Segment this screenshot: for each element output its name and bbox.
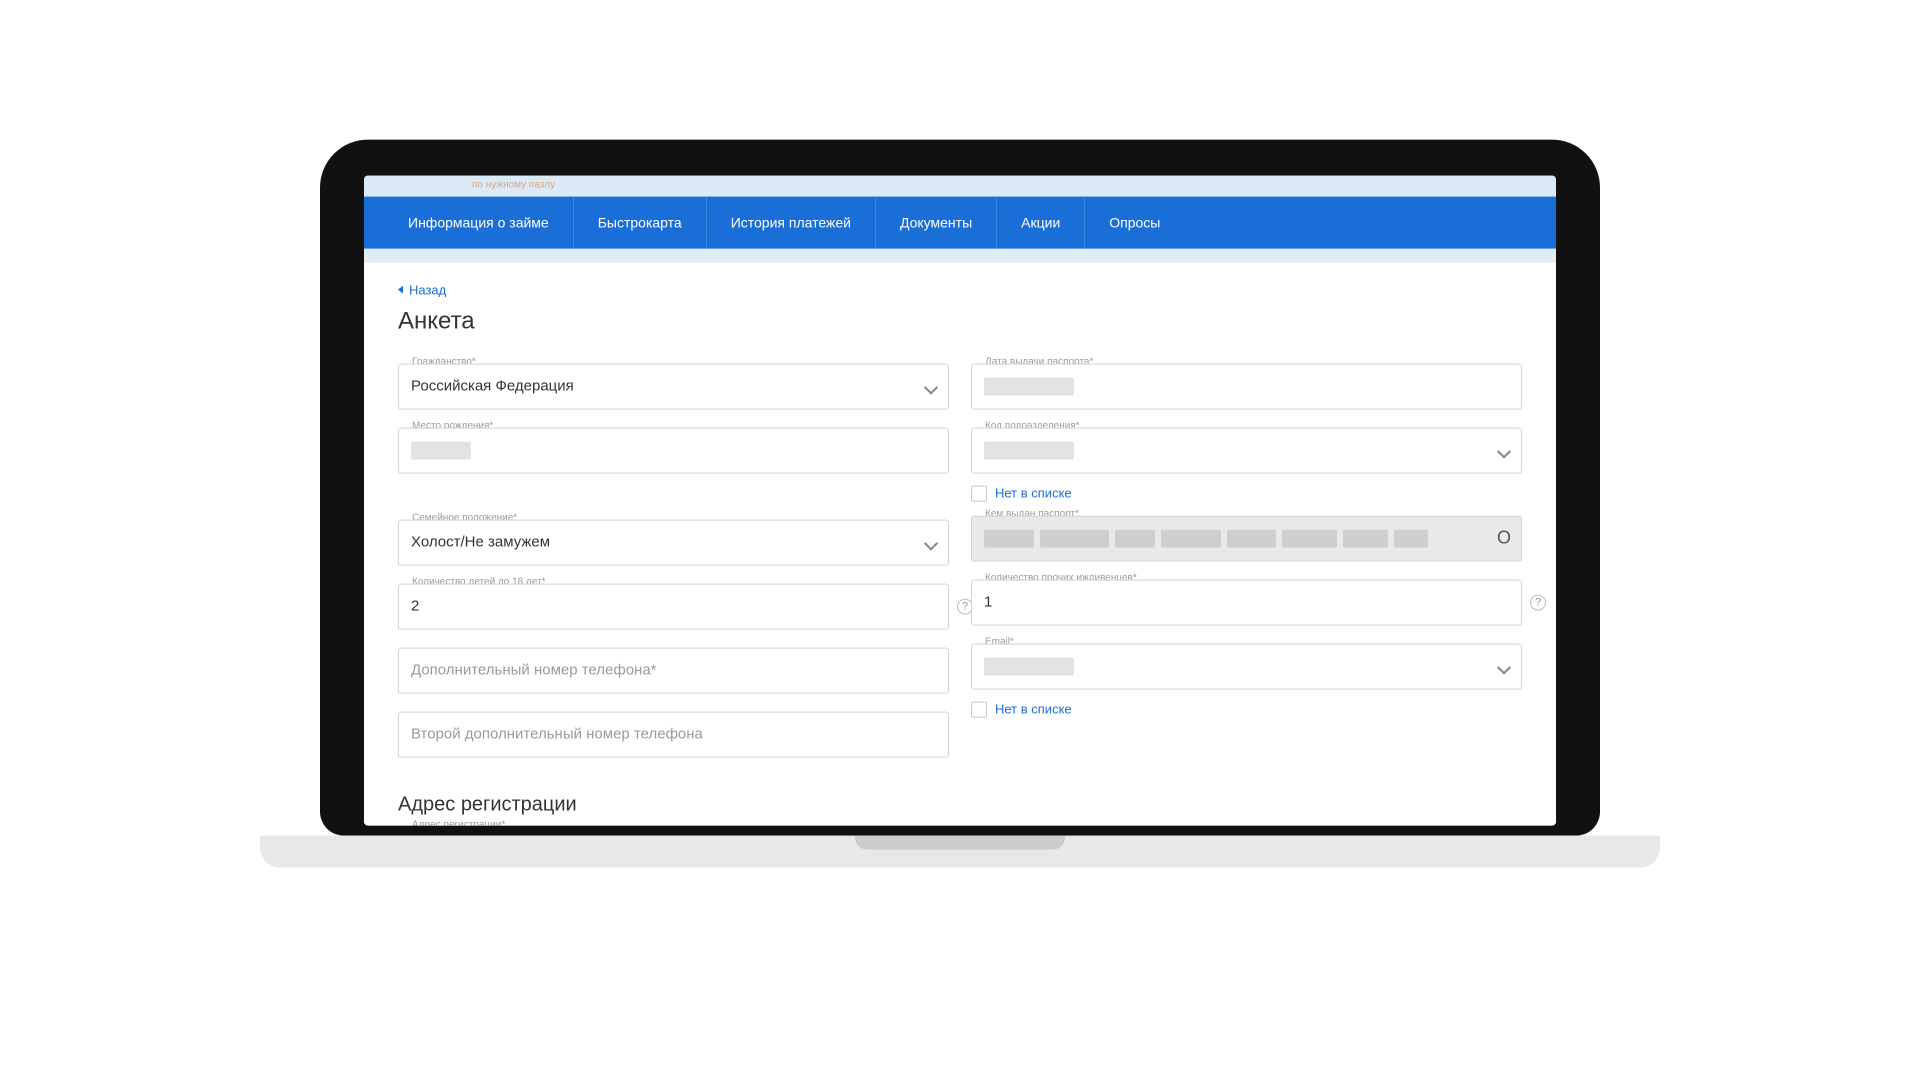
redacted-value [1161, 529, 1221, 547]
issued-by-suffix: О [1497, 528, 1511, 549]
reg-address-label: Адрес регистрации* [408, 819, 509, 826]
redacted-value [1227, 529, 1277, 547]
redacted-value [1115, 529, 1155, 547]
redacted-value [984, 441, 1074, 459]
dept-code-field: Код подразделения* [971, 427, 1522, 473]
laptop-body: по нужному пазлу Информация о займе Быст… [320, 140, 1600, 836]
back-link[interactable]: Назад [398, 282, 446, 297]
redacted-value [1040, 529, 1110, 547]
passport-date-input[interactable] [971, 363, 1522, 409]
app-viewport: по нужному пазлу Информация о займе Быст… [364, 176, 1556, 826]
tagline-text: по нужному пазлу [364, 176, 1556, 197]
dept-not-in-list-label[interactable]: Нет в списке [995, 486, 1072, 501]
redacted-value [984, 377, 1074, 395]
redacted-value [1343, 529, 1388, 547]
citizenship-value: Российская Федерация [411, 378, 574, 395]
chevron-down-icon [1499, 446, 1509, 456]
page-title: Анкета [398, 307, 1522, 335]
laptop-screen: по нужному пазлу Информация о займе Быст… [364, 176, 1556, 826]
form-col-right: Дата выдачи паспорта* Код подразделения* [971, 363, 1522, 717]
chevron-left-icon [398, 286, 403, 294]
email-not-in-list-row: Нет в списке [971, 701, 1522, 717]
chevron-down-icon [926, 538, 936, 548]
marital-value: Холост/Не замужем [411, 534, 550, 551]
dept-not-in-list-row: Нет в списке [971, 485, 1522, 501]
birthplace-field: Место рождения* [398, 427, 949, 473]
nav-documents[interactable]: Документы [876, 197, 997, 249]
marital-select[interactable]: Холост/Не замужем [398, 519, 949, 565]
phone2-field: Дополнительный номер телефона* [398, 647, 949, 693]
marital-field: Семейное положение* Холост/Не замужем [398, 519, 949, 565]
dependents-input[interactable]: 1 [971, 579, 1522, 625]
phone3-field: Второй дополнительный номер телефона [398, 711, 949, 757]
nav-loan-info[interactable]: Информация о займе [384, 197, 574, 249]
redacted-value [984, 657, 1074, 675]
nav-promotions[interactable]: Акции [997, 197, 1085, 249]
laptop-notch [855, 836, 1065, 850]
citizenship-field: Гражданство* Российская Федерация [398, 363, 949, 409]
form-col-left: Гражданство* Российская Федерация Место … [398, 363, 949, 757]
phone2-input[interactable]: Дополнительный номер телефона* [398, 647, 949, 693]
email-field: Email* [971, 643, 1522, 689]
phone2-placeholder: Дополнительный номер телефона* [411, 662, 657, 679]
redacted-value [411, 441, 471, 459]
children-field: Количество детей до 18 лет* 2 ? [398, 583, 949, 629]
children-input[interactable]: 2 [398, 583, 949, 629]
issued-by-field: Кем выдан паспорт* [971, 515, 1522, 561]
nav-quickcard[interactable]: Быстрокарта [574, 197, 707, 249]
redacted-value [1394, 529, 1429, 547]
main-nav: Информация о займе Быстрокарта История п… [364, 197, 1556, 249]
back-link-label: Назад [409, 282, 446, 297]
phone3-input[interactable]: Второй дополнительный номер телефона [398, 711, 949, 757]
email-select[interactable] [971, 643, 1522, 689]
phone3-placeholder: Второй дополнительный номер телефона [411, 726, 703, 743]
laptop-base [260, 836, 1660, 868]
issued-by-input[interactable]: О [971, 515, 1522, 561]
redacted-value [984, 529, 1034, 547]
email-not-in-list-label[interactable]: Нет в списке [995, 702, 1072, 717]
nav-payment-history[interactable]: История платежей [707, 197, 876, 249]
help-icon[interactable]: ? [1530, 594, 1546, 610]
chevron-down-icon [926, 382, 936, 392]
registration-section-title: Адрес регистрации [398, 793, 1522, 816]
nav-surveys[interactable]: Опросы [1085, 197, 1184, 249]
passport-date-field: Дата выдачи паспорта* [971, 363, 1522, 409]
laptop-mockup: по нужному пазлу Информация о займе Быст… [320, 140, 1600, 868]
birthplace-input[interactable] [398, 427, 949, 473]
dependents-field: Количество прочих иждивенцев* 1 ? [971, 579, 1522, 625]
dependents-value: 1 [984, 594, 992, 611]
form-grid: Гражданство* Российская Федерация Место … [398, 363, 1522, 757]
dept-not-in-list-checkbox[interactable] [971, 485, 987, 501]
redacted-value [1282, 529, 1337, 547]
citizenship-select[interactable]: Российская Федерация [398, 363, 949, 409]
dept-code-select[interactable] [971, 427, 1522, 473]
chevron-down-icon [1499, 662, 1509, 672]
children-value: 2 [411, 598, 419, 615]
email-not-in-list-checkbox[interactable] [971, 701, 987, 717]
content-panel: Назад Анкета Гражданство* Российская Фед… [364, 263, 1556, 826]
